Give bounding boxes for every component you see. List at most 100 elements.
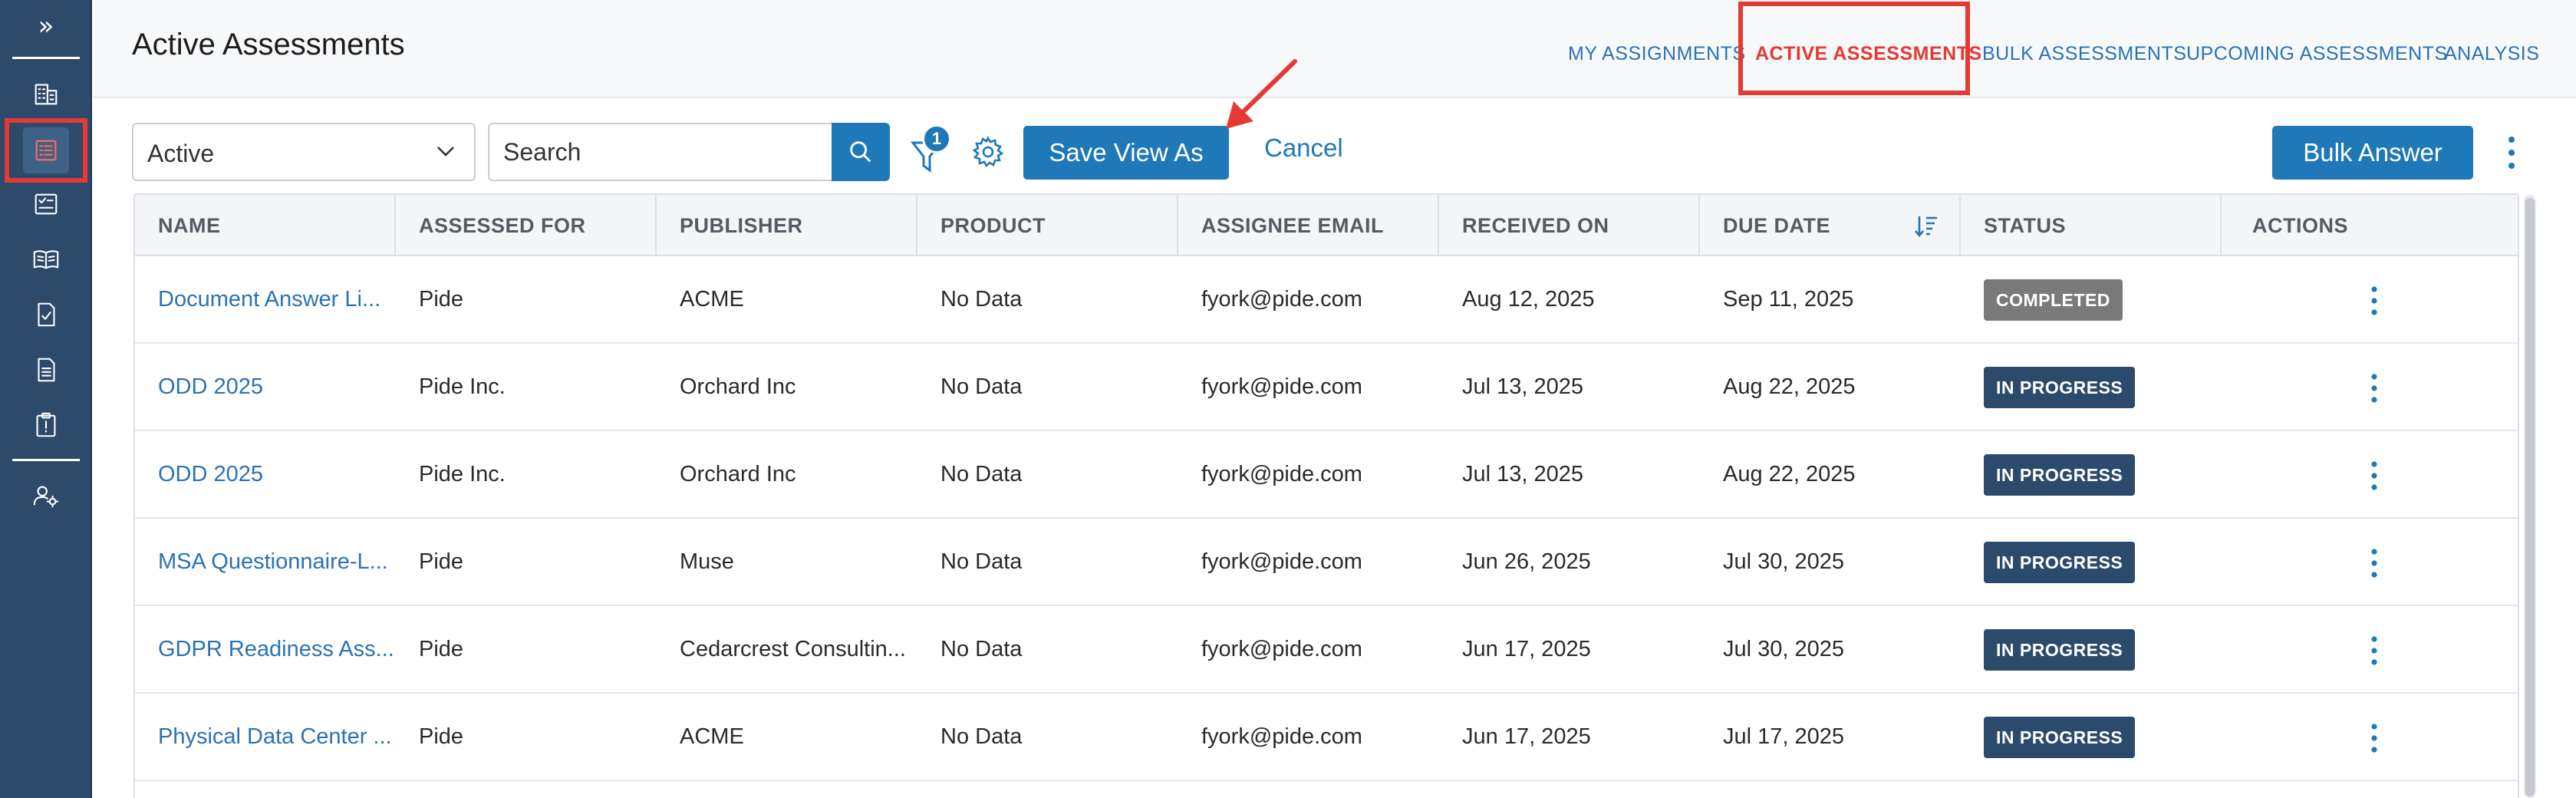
view-select-value: Active — [147, 140, 215, 167]
cell-assessed-for: Pide — [419, 637, 464, 661]
cell-received-on: Jun 17, 2025 — [1462, 724, 1591, 749]
cell-due-date: Sep 11, 2025 — [1723, 287, 1854, 312]
cell-publisher: ACME — [680, 724, 744, 749]
gear-icon — [972, 136, 1004, 168]
sidebar-item-documents[interactable] — [0, 342, 92, 397]
row-actions-icon[interactable] — [2367, 546, 2382, 580]
cell-received-on: Jul 13, 2025 — [1462, 462, 1584, 486]
cell-name[interactable]: Physical Data Center ... — [135, 694, 396, 780]
user-gear-icon — [33, 486, 59, 508]
column-header-name[interactable]: NAME — [135, 195, 396, 256]
column-header-product[interactable]: PRODUCT — [917, 195, 1178, 256]
cell-publisher: Muse — [680, 549, 734, 574]
status-badge: IN PROGRESS — [1984, 367, 2136, 408]
tab-upcoming-assessments[interactable]: UPCOMING ASSESSMENTS — [2186, 43, 2448, 65]
save-view-as-button[interactable]: Save View As — [1023, 126, 1229, 180]
cell-publisher: Orchard Inc — [680, 462, 796, 486]
sidebar-divider — [12, 459, 80, 461]
cancel-button[interactable]: Cancel — [1264, 134, 1343, 163]
row-actions-icon[interactable] — [2367, 721, 2382, 755]
tab-my-assignments[interactable]: MY ASSIGNMENTS — [1568, 43, 1746, 65]
annotation-arrow-icon — [1226, 59, 1297, 129]
table-row[interactable]: ODD 2025 Pide Inc. Orchard Inc No Data fyork… — [135, 344, 2518, 431]
bulk-answer-button[interactable]: Bulk Answer — [2272, 126, 2473, 180]
cell-received-on: Jul 13, 2025 — [1462, 374, 1584, 399]
filter-count-badge: 1 — [922, 124, 951, 153]
search-input[interactable] — [488, 123, 833, 181]
sidebar-item-review[interactable] — [0, 287, 92, 342]
more-options-icon[interactable] — [2502, 134, 2521, 172]
table-row[interactable]: ODD 2025 Pide Inc. Orchard Inc No Data fyork… — [135, 431, 2518, 519]
document-check-icon — [38, 302, 55, 327]
cell-product: No Data — [940, 462, 1023, 486]
row-actions-icon[interactable] — [2367, 459, 2382, 493]
cell-assessed-for: Pide — [419, 287, 464, 312]
sidebar-item-issues[interactable] — [0, 397, 92, 453]
column-header-status[interactable]: STATUS — [1961, 195, 2222, 256]
sidebar-item-library[interactable] — [0, 232, 92, 287]
cell-publisher: ACME — [680, 287, 744, 312]
settings-button[interactable] — [971, 135, 1005, 169]
search-button[interactable] — [832, 123, 890, 181]
table-row[interactable]: Document Answer Li... Pide ACME No Data fyor… — [135, 256, 2518, 344]
cell-assignee-email: fyork@pide.com — [1201, 287, 1362, 312]
column-header-assignee-email[interactable]: ASSIGNEE EMAIL — [1178, 195, 1439, 256]
cell-assessed-for: Pide Inc. — [419, 374, 506, 399]
cell-product: No Data — [940, 287, 1023, 312]
table-row[interactable]: GDPR Readiness Ass... Pide Cedarcrest Cons… — [135, 606, 2518, 694]
cell-assessed-for: Pide Inc. — [419, 462, 506, 486]
cell-product: No Data — [940, 549, 1023, 574]
sort-descending-icon[interactable] — [1913, 213, 1939, 239]
sidebar-item-user-settings[interactable] — [0, 468, 92, 523]
cell-assessed-for: Pide — [419, 724, 464, 749]
cell-name[interactable]: Document Answer Li... — [135, 256, 396, 342]
cell-name[interactable]: ODD 2025 — [135, 431, 396, 517]
table-scrollbar[interactable] — [2524, 195, 2536, 798]
cell-assignee-email: fyork@pide.com — [1201, 462, 1362, 486]
cell-name[interactable]: GDPR Readiness Ass... — [135, 606, 396, 692]
row-actions-icon[interactable] — [2367, 634, 2382, 668]
cell-assignee-email: fyork@pide.com — [1201, 724, 1362, 749]
tab-analysis[interactable]: ANALYSIS — [2444, 43, 2539, 65]
expand-sidebar-icon[interactable]: » — [0, 3, 92, 49]
active-tab-highlight-box — [1738, 2, 1970, 95]
status-badge: COMPLETED — [1984, 279, 2123, 321]
row-actions-icon[interactable] — [2367, 371, 2382, 405]
row-actions-icon[interactable] — [2367, 284, 2382, 318]
cell-publisher: Cedarcrest Consultin... — [680, 637, 906, 661]
table-row[interactable]: MSA Questionnaire-L... Pide Muse No Data fyo… — [135, 519, 2518, 606]
view-select[interactable]: Active — [132, 123, 476, 181]
clipboard-alert-icon — [36, 412, 56, 437]
column-header-received-on[interactable]: RECEIVED ON — [1439, 195, 1700, 256]
tab-bulk-assessments[interactable]: BULK ASSESSMENTS — [1982, 43, 2186, 65]
table-row[interactable]: Physical Data Center ... Pide ACME No Data f… — [135, 694, 2518, 781]
column-header-due-date[interactable]: DUE DATE — [1700, 195, 1961, 256]
column-header-assessed-for[interactable]: ASSESSED FOR — [396, 195, 657, 256]
cell-due-date: Aug 22, 2025 — [1723, 462, 1856, 486]
cell-due-date: Jul 30, 2025 — [1723, 637, 1845, 661]
cell-due-date: Jul 30, 2025 — [1723, 549, 1845, 574]
cell-name[interactable]: ODD 2025 — [135, 344, 396, 430]
sidebar-item-tasks[interactable] — [0, 176, 92, 232]
table-header: NAME ASSESSED FOR PUBLISHER PRODUCT ASSI… — [135, 195, 2518, 256]
cell-assessed-for: Pide — [419, 549, 464, 574]
sidebar-highlight-box — [5, 118, 87, 183]
building-icon — [35, 84, 58, 105]
cell-assignee-email: fyork@pide.com — [1201, 637, 1362, 661]
assessments-table: NAME ASSESSED FOR PUBLISHER PRODUCT ASSI… — [133, 193, 2519, 798]
sidebar-divider — [12, 57, 80, 59]
column-header-publisher[interactable]: PUBLISHER — [657, 195, 917, 256]
cell-due-date: Jul 17, 2025 — [1723, 724, 1845, 749]
scrollbar-thumb[interactable] — [2525, 198, 2535, 796]
cell-due-date: Aug 22, 2025 — [1723, 374, 1856, 399]
cell-product: No Data — [940, 724, 1023, 749]
sidebar-item-organizations[interactable] — [0, 66, 92, 121]
cell-received-on: Jun 26, 2025 — [1462, 549, 1591, 574]
cell-received-on: Jun 17, 2025 — [1462, 637, 1591, 661]
chevron-down-icon — [437, 147, 454, 157]
sidebar-item-assessments[interactable] — [0, 115, 92, 186]
book-icon — [33, 250, 59, 269]
cell-assignee-email: fyork@pide.com — [1201, 374, 1362, 399]
cell-name[interactable]: MSA Questionnaire-L... — [135, 519, 396, 605]
sidebar: » — [0, 0, 92, 798]
